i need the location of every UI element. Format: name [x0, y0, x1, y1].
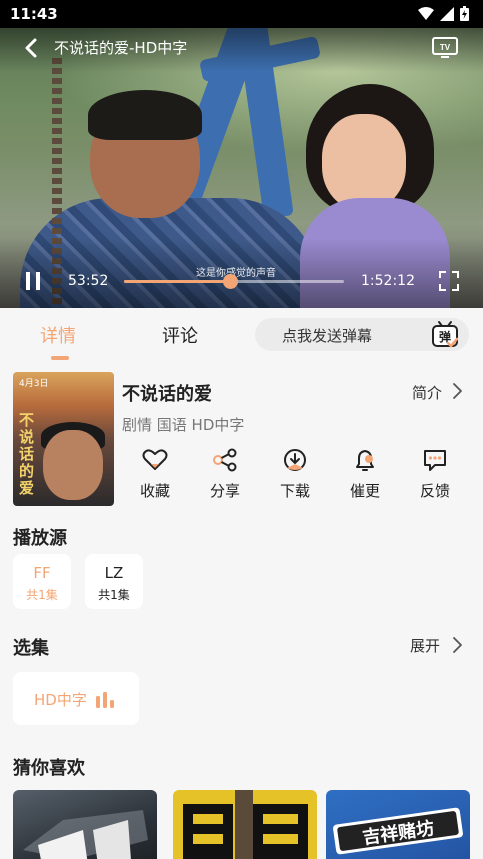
- chevron-right-icon[interactable]: [450, 636, 464, 654]
- source-item-ff[interactable]: FF 共1集: [13, 554, 71, 609]
- movie-meta: 剧情 国语 HD中字: [122, 416, 245, 434]
- recommend-item[interactable]: [13, 790, 157, 859]
- share-button[interactable]: 分享: [195, 448, 255, 501]
- poster-figure: [43, 430, 103, 500]
- pause-icon[interactable]: [22, 270, 44, 292]
- signal-icon: [440, 6, 454, 21]
- recommend-title: 猜你喜欢: [13, 758, 85, 779]
- svg-text:TV: TV: [440, 43, 451, 52]
- status-time: 11:43: [10, 5, 58, 23]
- action-bar: 收藏 分享 下载 催更 反馈: [122, 448, 472, 510]
- tab-comment[interactable]: 评论: [162, 322, 198, 348]
- download-label: 下载: [279, 482, 310, 500]
- episode-item[interactable]: HD中字: [13, 672, 139, 725]
- urge-update-label: 催更: [349, 482, 380, 500]
- feedback-button[interactable]: 反馈: [405, 448, 465, 501]
- share-icon: [213, 448, 237, 472]
- wifi-icon: [418, 6, 434, 20]
- progress-bar[interactable]: [124, 274, 344, 289]
- recommend-poster-art: [183, 790, 308, 859]
- favorite-button[interactable]: 收藏: [125, 448, 185, 501]
- bell-icon: [356, 450, 374, 471]
- share-label: 分享: [209, 482, 240, 500]
- recommend-poster-art: [23, 810, 148, 859]
- feedback-icon: [424, 450, 446, 471]
- tab-detail[interactable]: 详情: [40, 322, 76, 348]
- source-name: FF: [33, 564, 51, 582]
- video-title: 不说话的爱-HD中字: [54, 39, 188, 57]
- source-count: 共1集: [98, 588, 130, 602]
- tab-bar: 详情 评论 点我发送弹幕 弹: [0, 308, 483, 362]
- recommend-poster-art: 吉祥赌坊: [333, 807, 463, 855]
- intro-link[interactable]: 简介: [412, 382, 442, 403]
- heart-icon: [142, 449, 168, 470]
- urge-update-button[interactable]: 催更: [335, 448, 395, 501]
- battery-icon: [460, 6, 469, 21]
- download-icon: [284, 449, 306, 471]
- progress-thumb[interactable]: [222, 274, 238, 289]
- recommend-list: 吉祥赌坊: [0, 790, 483, 859]
- status-bar: 11:43: [0, 0, 483, 28]
- movie-title: 不说话的爱: [122, 384, 212, 405]
- feedback-label: 反馈: [419, 482, 450, 500]
- poster-title: 不说话的爱: [19, 411, 35, 497]
- current-time: 53:52: [68, 273, 109, 289]
- playing-bars-icon: [96, 692, 114, 708]
- chevron-right-icon[interactable]: [450, 382, 464, 400]
- video-frame-figure: [88, 90, 202, 140]
- episodes-title: 选集: [13, 638, 49, 659]
- back-icon[interactable]: [20, 36, 44, 60]
- tab-indicator: [51, 356, 69, 360]
- expand-link[interactable]: 展开: [410, 635, 440, 656]
- recommend-item[interactable]: 吉祥赌坊: [326, 790, 470, 859]
- danmaku-icon[interactable]: 弹: [430, 319, 460, 349]
- source-item-lz[interactable]: LZ 共1集: [85, 554, 143, 609]
- favorite-label: 收藏: [139, 482, 170, 500]
- source-count: 共1集: [26, 588, 58, 602]
- poster-date: 4月3日: [19, 379, 49, 389]
- danmaku-input[interactable]: 点我发送弹幕 弹: [255, 318, 469, 351]
- status-icons: [418, 6, 469, 21]
- recommend-item[interactable]: [173, 790, 317, 859]
- danmaku-placeholder: 点我发送弹幕: [282, 327, 373, 345]
- total-time: 1:52:12: [361, 273, 415, 289]
- source-name: LZ: [104, 564, 124, 582]
- fullscreen-icon[interactable]: [438, 270, 460, 292]
- video-frame-figure: [322, 114, 406, 210]
- cast-tv-icon[interactable]: TV: [431, 35, 459, 59]
- sources-title: 播放源: [13, 528, 67, 549]
- download-button[interactable]: 下载: [265, 448, 325, 501]
- episode-label: HD中字: [34, 691, 87, 709]
- movie-poster[interactable]: 4月3日 不说话的爱: [13, 372, 114, 506]
- progress-fill: [124, 280, 230, 283]
- danmaku-icon-text: 弹: [439, 329, 451, 344]
